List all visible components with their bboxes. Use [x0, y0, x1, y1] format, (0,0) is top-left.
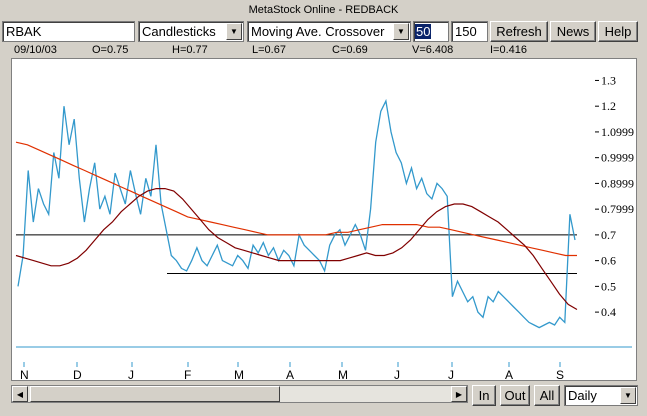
- price-chart[interactable]: 1.3 1.2 1.0999 0.9999 0.8999 0.7999 0.7 0.6 0.5 0…: [11, 58, 637, 382]
- x-tick-label: M: [338, 368, 348, 380]
- arrow-left-icon[interactable]: ◀: [12, 386, 28, 402]
- x-tick-label: J: [448, 368, 454, 380]
- y-tick-label: 0.6: [601, 254, 616, 268]
- x-tick-label: F: [184, 368, 191, 380]
- ma-slow-line: [15, 141, 577, 257]
- help-button[interactable]: Help: [598, 21, 638, 42]
- symbol-input[interactable]: RBAK: [2, 21, 135, 42]
- y-tick-label: 0.5: [601, 279, 616, 293]
- x-tick-label: J: [394, 368, 400, 380]
- quote-close: C=0.69: [332, 44, 368, 56]
- chart-style-select[interactable]: Candlesticks ▼: [138, 21, 244, 42]
- x-tick-label: A: [286, 368, 294, 380]
- indicator-select[interactable]: Moving Ave. Crossover ▼: [247, 21, 411, 42]
- quote-interest: I=0.416: [490, 44, 528, 56]
- y-tick-label: 0.4: [601, 305, 616, 319]
- show-all-button[interactable]: All: [534, 385, 560, 406]
- period-value: Daily: [568, 388, 597, 403]
- y-tick-label: 0.7999: [601, 202, 634, 216]
- quote-high: H=0.77: [172, 44, 208, 56]
- chevron-down-icon[interactable]: ▼: [226, 23, 242, 40]
- x-tick-label: M: [234, 368, 244, 380]
- quote-open: O=0.75: [92, 44, 129, 56]
- y-tick-label: 0.8999: [601, 176, 634, 190]
- chart-scrollbar[interactable]: ◀ ▶: [11, 385, 468, 403]
- scrollbar-thumb[interactable]: [30, 386, 280, 402]
- ma-fast-input[interactable]: 50: [413, 21, 449, 42]
- quote-low: L=0.67: [252, 44, 286, 56]
- y-tick-label: 0.7: [601, 228, 616, 242]
- x-tick-label: J: [128, 368, 134, 380]
- chevron-down-icon[interactable]: ▼: [393, 23, 409, 40]
- chevron-down-icon[interactable]: ▼: [620, 387, 636, 404]
- ma-slow-input[interactable]: 150: [451, 21, 488, 42]
- quote-volume: V=6.408: [412, 44, 454, 56]
- news-button[interactable]: News: [550, 21, 596, 42]
- window-title: MetaStock Online - REDBACK: [248, 4, 399, 16]
- quote-date: 09/10/03: [14, 44, 57, 56]
- x-tick-label: D: [73, 368, 82, 380]
- y-tick-label: 1.3: [601, 73, 616, 87]
- y-tick-label: 0.9999: [601, 151, 634, 165]
- ma-fast-value: 50: [415, 24, 432, 39]
- x-tick-label: N: [20, 368, 29, 380]
- x-tick-label: S: [556, 368, 564, 380]
- y-tick-label: 1.2: [601, 99, 616, 113]
- chart-style-value: Candlesticks: [142, 24, 216, 39]
- refresh-button[interactable]: Refresh: [490, 21, 548, 42]
- arrow-right-icon[interactable]: ▶: [451, 386, 467, 402]
- price-chart-svg: 1.3 1.2 1.0999 0.9999 0.8999 0.7999 0.7 0.6 0.5 0…: [15, 73, 634, 382]
- zoom-in-button[interactable]: In: [472, 385, 496, 406]
- period-select[interactable]: Daily ▼: [564, 385, 638, 406]
- indicator-value: Moving Ave. Crossover: [251, 24, 385, 39]
- y-tick-label: 1.0999: [601, 125, 634, 139]
- price-series-line: [17, 98, 576, 329]
- x-tick-label: A: [505, 368, 513, 380]
- zoom-out-button[interactable]: Out: [500, 385, 530, 406]
